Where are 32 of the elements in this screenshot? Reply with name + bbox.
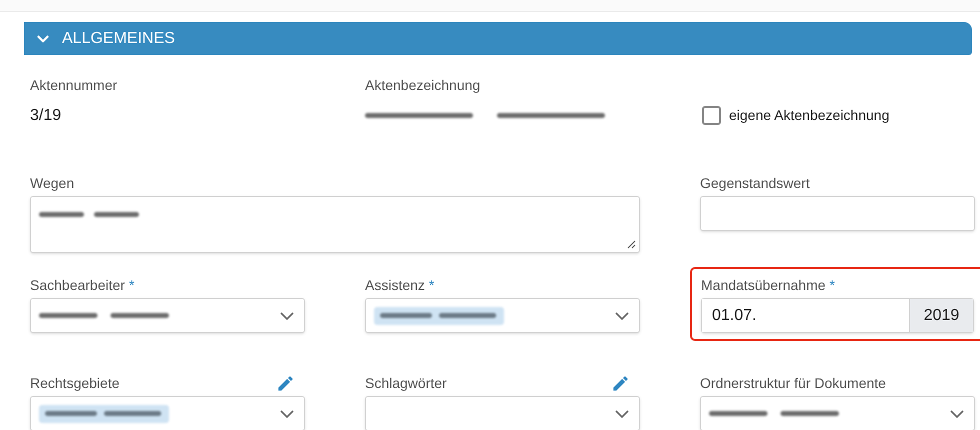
field-label: Rechtsgebiete (30, 374, 120, 393)
checkbox[interactable] (702, 106, 721, 125)
chevron-down-icon (615, 312, 629, 320)
field-label: Gegenstandswert (700, 174, 810, 193)
chevron-down-icon (280, 410, 294, 418)
edit-icon[interactable] (276, 374, 295, 392)
field-label: Schlagwörter (365, 374, 447, 393)
required-mark: * (128, 276, 134, 294)
field-label: Wegen (30, 174, 74, 193)
select-field[interactable] (700, 396, 975, 430)
select-field[interactable] (365, 298, 640, 333)
checkbox-label: eigene Aktenbezeichnung (729, 106, 890, 125)
chevron-down-icon (950, 410, 964, 418)
chevron-down-icon (280, 312, 294, 320)
field-label: Aktennummer (30, 76, 118, 94)
field-label: Mandatsübernahme (701, 276, 826, 294)
field-label: Aktenbezeichnung (365, 76, 480, 95)
edit-icon[interactable] (611, 374, 630, 392)
chevron-down-icon (615, 410, 629, 418)
field-label: Assistenz (365, 276, 425, 294)
field-label: Ordnerstruktur für Dokumente (700, 374, 886, 392)
textarea-field[interactable] (30, 196, 640, 253)
input-field[interactable] (700, 196, 975, 231)
section-header[interactable]: ALLGEMEINES (24, 22, 972, 55)
select-field[interactable] (30, 298, 305, 333)
select-field[interactable] (30, 396, 305, 430)
field-label: Sachbearbeiter (30, 276, 125, 294)
field-value: 3/19 (30, 106, 62, 126)
required-mark: * (830, 276, 835, 294)
select-field[interactable] (365, 396, 640, 430)
resize-handle-icon[interactable] (627, 240, 636, 249)
required-mark: * (428, 276, 434, 294)
